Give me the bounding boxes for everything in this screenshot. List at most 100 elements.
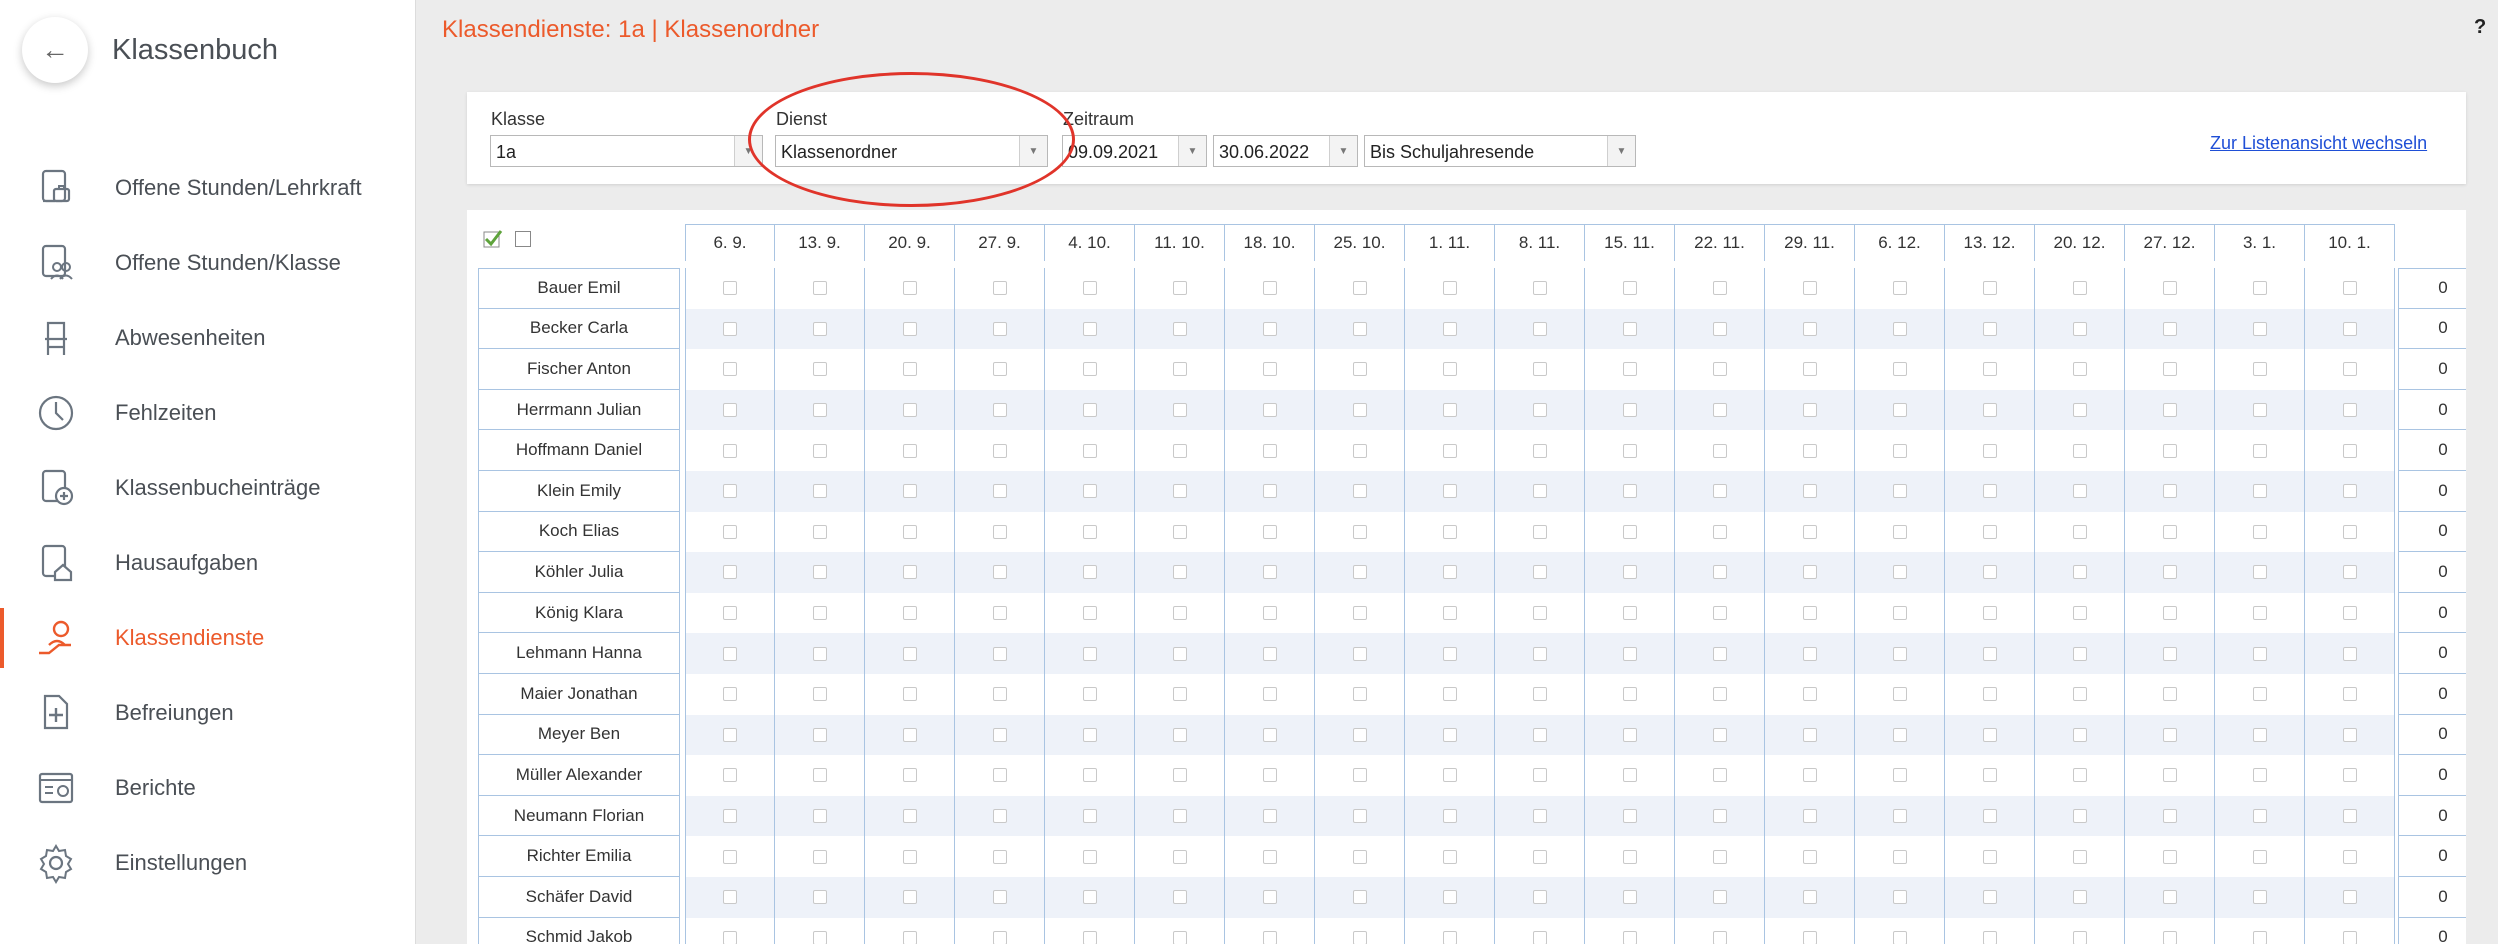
service-checkbox[interactable]: [2162, 524, 2177, 539]
service-checkbox[interactable]: [1622, 930, 1637, 944]
service-checkbox[interactable]: [1352, 768, 1367, 783]
service-checkbox[interactable]: [992, 403, 1007, 418]
service-checkbox[interactable]: [1712, 890, 1727, 905]
service-checkbox[interactable]: [1352, 727, 1367, 742]
sidebar-item-klassenbucheinträge[interactable]: Klassenbucheinträge: [0, 450, 416, 525]
service-checkbox[interactable]: [1892, 809, 1907, 824]
service-checkbox[interactable]: [2342, 484, 2357, 499]
service-checkbox[interactable]: [1982, 606, 1997, 621]
service-checkbox[interactable]: [2162, 403, 2177, 418]
service-checkbox[interactable]: [2342, 281, 2357, 296]
service-checkbox[interactable]: [2342, 362, 2357, 377]
service-checkbox[interactable]: [1262, 484, 1277, 499]
service-checkbox[interactable]: [2072, 768, 2087, 783]
service-checkbox[interactable]: [2072, 403, 2087, 418]
service-checkbox[interactable]: [2252, 646, 2267, 661]
service-checkbox[interactable]: [1622, 646, 1637, 661]
service-checkbox[interactable]: [2252, 524, 2267, 539]
service-checkbox[interactable]: [2342, 443, 2357, 458]
sidebar-item-offene-stunden-klasse[interactable]: Offene Stunden/Klasse: [0, 225, 416, 300]
service-checkbox[interactable]: [1892, 565, 1907, 580]
service-checkbox[interactable]: [1622, 727, 1637, 742]
service-checkbox[interactable]: [1892, 849, 1907, 864]
service-checkbox[interactable]: [1262, 565, 1277, 580]
service-checkbox[interactable]: [1712, 524, 1727, 539]
service-checkbox[interactable]: [1442, 524, 1457, 539]
service-checkbox[interactable]: [723, 809, 737, 824]
service-checkbox[interactable]: [2252, 930, 2267, 944]
service-checkbox[interactable]: [992, 321, 1007, 336]
service-checkbox[interactable]: [723, 930, 737, 944]
service-checkbox[interactable]: [2252, 403, 2267, 418]
service-checkbox[interactable]: [1262, 403, 1277, 418]
service-checkbox[interactable]: [1712, 321, 1727, 336]
service-checkbox[interactable]: [812, 930, 827, 944]
service-checkbox[interactable]: [1352, 524, 1367, 539]
service-checkbox[interactable]: [723, 768, 737, 783]
service-checkbox[interactable]: [1442, 362, 1457, 377]
start-date-select[interactable]: 09.09.2021 ▼: [1062, 135, 1207, 167]
service-checkbox[interactable]: [1082, 321, 1097, 336]
service-checkbox[interactable]: [1262, 362, 1277, 377]
service-checkbox[interactable]: [902, 524, 917, 539]
service-checkbox[interactable]: [812, 809, 827, 824]
service-checkbox[interactable]: [812, 403, 827, 418]
service-checkbox[interactable]: [1262, 849, 1277, 864]
service-checkbox[interactable]: [1172, 727, 1187, 742]
service-checkbox[interactable]: [1262, 768, 1277, 783]
service-checkbox[interactable]: [1532, 524, 1547, 539]
service-checkbox[interactable]: [1442, 646, 1457, 661]
service-checkbox[interactable]: [1172, 443, 1187, 458]
service-checkbox[interactable]: [902, 768, 917, 783]
service-checkbox[interactable]: [2252, 606, 2267, 621]
service-checkbox[interactable]: [1712, 768, 1727, 783]
service-checkbox[interactable]: [1262, 443, 1277, 458]
service-checkbox[interactable]: [723, 687, 737, 702]
service-checkbox[interactable]: [2072, 484, 2087, 499]
service-checkbox[interactable]: [812, 443, 827, 458]
service-checkbox[interactable]: [723, 890, 737, 905]
service-checkbox[interactable]: [1622, 565, 1637, 580]
service-checkbox[interactable]: [1982, 362, 1997, 377]
service-checkbox[interactable]: [2252, 727, 2267, 742]
service-checkbox[interactable]: [1262, 524, 1277, 539]
service-checkbox[interactable]: [2252, 768, 2267, 783]
sidebar-item-fehlzeiten[interactable]: Fehlzeiten: [0, 375, 416, 450]
service-checkbox[interactable]: [812, 484, 827, 499]
service-checkbox[interactable]: [1892, 646, 1907, 661]
service-checkbox[interactable]: [1082, 646, 1097, 661]
service-checkbox[interactable]: [1172, 484, 1187, 499]
service-checkbox[interactable]: [1982, 321, 1997, 336]
service-checkbox[interactable]: [2252, 687, 2267, 702]
service-checkbox[interactable]: [902, 403, 917, 418]
service-checkbox[interactable]: [1172, 524, 1187, 539]
service-checkbox[interactable]: [1082, 484, 1097, 499]
service-checkbox[interactable]: [1172, 403, 1187, 418]
service-checkbox[interactable]: [812, 727, 827, 742]
service-checkbox[interactable]: [723, 321, 737, 336]
service-checkbox[interactable]: [1892, 484, 1907, 499]
service-checkbox[interactable]: [2252, 849, 2267, 864]
service-checkbox[interactable]: [1532, 646, 1547, 661]
service-checkbox[interactable]: [992, 565, 1007, 580]
service-checkbox[interactable]: [1442, 809, 1457, 824]
service-checkbox[interactable]: [1892, 687, 1907, 702]
service-checkbox[interactable]: [902, 646, 917, 661]
service-checkbox[interactable]: [1172, 687, 1187, 702]
service-checkbox[interactable]: [2252, 484, 2267, 499]
service-checkbox[interactable]: [2342, 890, 2357, 905]
service-checkbox[interactable]: [1352, 484, 1367, 499]
service-checkbox[interactable]: [1892, 281, 1907, 296]
service-checkbox[interactable]: [1442, 443, 1457, 458]
service-checkbox[interactable]: [992, 768, 1007, 783]
service-checkbox[interactable]: [1262, 321, 1277, 336]
service-checkbox[interactable]: [1712, 727, 1727, 742]
service-checkbox[interactable]: [1352, 403, 1367, 418]
service-checkbox[interactable]: [812, 849, 827, 864]
service-checkbox[interactable]: [1622, 484, 1637, 499]
sidebar-item-befreiungen[interactable]: Befreiungen: [0, 676, 416, 751]
service-checkbox[interactable]: [1532, 849, 1547, 864]
service-checkbox[interactable]: [2072, 809, 2087, 824]
service-checkbox[interactable]: [1532, 606, 1547, 621]
service-checkbox[interactable]: [1172, 646, 1187, 661]
